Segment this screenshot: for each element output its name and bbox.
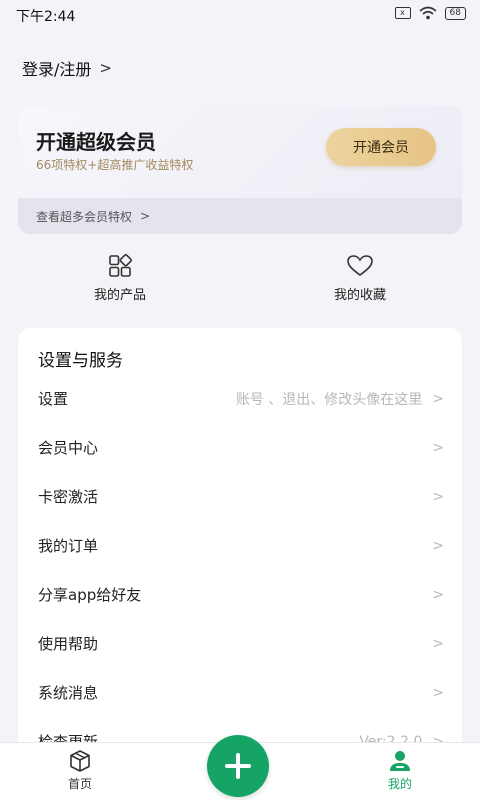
vip-benefits-label: 查看超多会员特权 [36, 209, 133, 224]
chevron-right-icon: > [432, 537, 444, 554]
no-sim-icon: x [394, 7, 411, 19]
chevron-right-icon: > [432, 684, 444, 701]
settings-card: 设置与服务 设置 账号 、退出、修改头像在这里 > 会员中心 > 卡密激活 > … [18, 328, 462, 768]
grid-icon [109, 254, 132, 277]
my-products-button[interactable]: 我的产品 [50, 254, 190, 303]
chevron-right-icon: > [432, 390, 444, 407]
nav-home[interactable]: 首页 [40, 749, 120, 792]
settings-title: 设置与服务 [38, 351, 123, 371]
nav-mine[interactable]: 我的 [360, 749, 440, 792]
menu-item-help[interactable]: 使用帮助 > [18, 619, 462, 668]
login-label: 登录/注册 [22, 60, 92, 79]
vip-card: 开通超级会员 66项特权+超高推广收益特权 开通会员 查看超多会员特权 > [18, 106, 462, 234]
menu-item-settings[interactable]: 设置 账号 、退出、修改头像在这里 > [18, 374, 462, 423]
chevron-right-icon: > [432, 586, 444, 603]
menu-item-label: 设置 [38, 390, 69, 408]
my-favorites-label: 我的收藏 [333, 288, 386, 303]
vip-title: 开通超级会员 [36, 130, 156, 154]
menu-item-label: 使用帮助 [38, 635, 99, 653]
menu-item-label: 系统消息 [38, 684, 99, 702]
status-icons: x 68 [394, 6, 466, 20]
menu-item-my-orders[interactable]: 我的订单 > [18, 521, 462, 570]
chevron-right-icon: > [432, 439, 444, 456]
vip-subtitle: 66项特权+超高推广收益特权 [36, 158, 194, 172]
menu-item-hint: 账号 、退出、修改头像在这里 [235, 391, 423, 408]
person-icon [390, 751, 410, 771]
menu-item-vip-center[interactable]: 会员中心 > [18, 423, 462, 472]
menu-item-card-activation[interactable]: 卡密激活 > [18, 472, 462, 521]
menu-item-label: 分享app给好友 [38, 586, 142, 604]
nav-mine-label: 我的 [387, 777, 412, 791]
open-vip-button[interactable]: 开通会员 [326, 128, 436, 166]
menu-item-share-app[interactable]: 分享app给好友 > [18, 570, 462, 619]
chevron-right-icon: > [140, 209, 151, 223]
nav-home-label: 首页 [67, 777, 92, 791]
chevron-right-icon: > [432, 488, 444, 505]
login-register-link[interactable]: 登录/注册 > [22, 56, 112, 80]
plus-icon [225, 753, 251, 779]
add-button[interactable] [207, 735, 269, 797]
status-bar: 下午2:44 x 68 [0, 0, 480, 30]
chevron-right-icon: > [99, 59, 112, 77]
status-time: 下午2:44 [16, 9, 76, 25]
vip-benefits-link[interactable]: 查看超多会员特权 > [18, 198, 462, 234]
menu-item-label: 卡密激活 [38, 488, 99, 506]
battery-indicator: 68 [444, 6, 466, 20]
chevron-right-icon: > [432, 635, 444, 652]
cube-icon [70, 750, 90, 772]
my-products-label: 我的产品 [93, 288, 146, 303]
menu-item-label: 会员中心 [38, 439, 99, 457]
my-favorites-button[interactable]: 我的收藏 [290, 254, 430, 303]
heart-icon [347, 255, 373, 276]
wifi-icon [419, 6, 437, 20]
menu-item-system-messages[interactable]: 系统消息 > [18, 668, 462, 717]
menu-item-label: 我的订单 [38, 537, 99, 555]
